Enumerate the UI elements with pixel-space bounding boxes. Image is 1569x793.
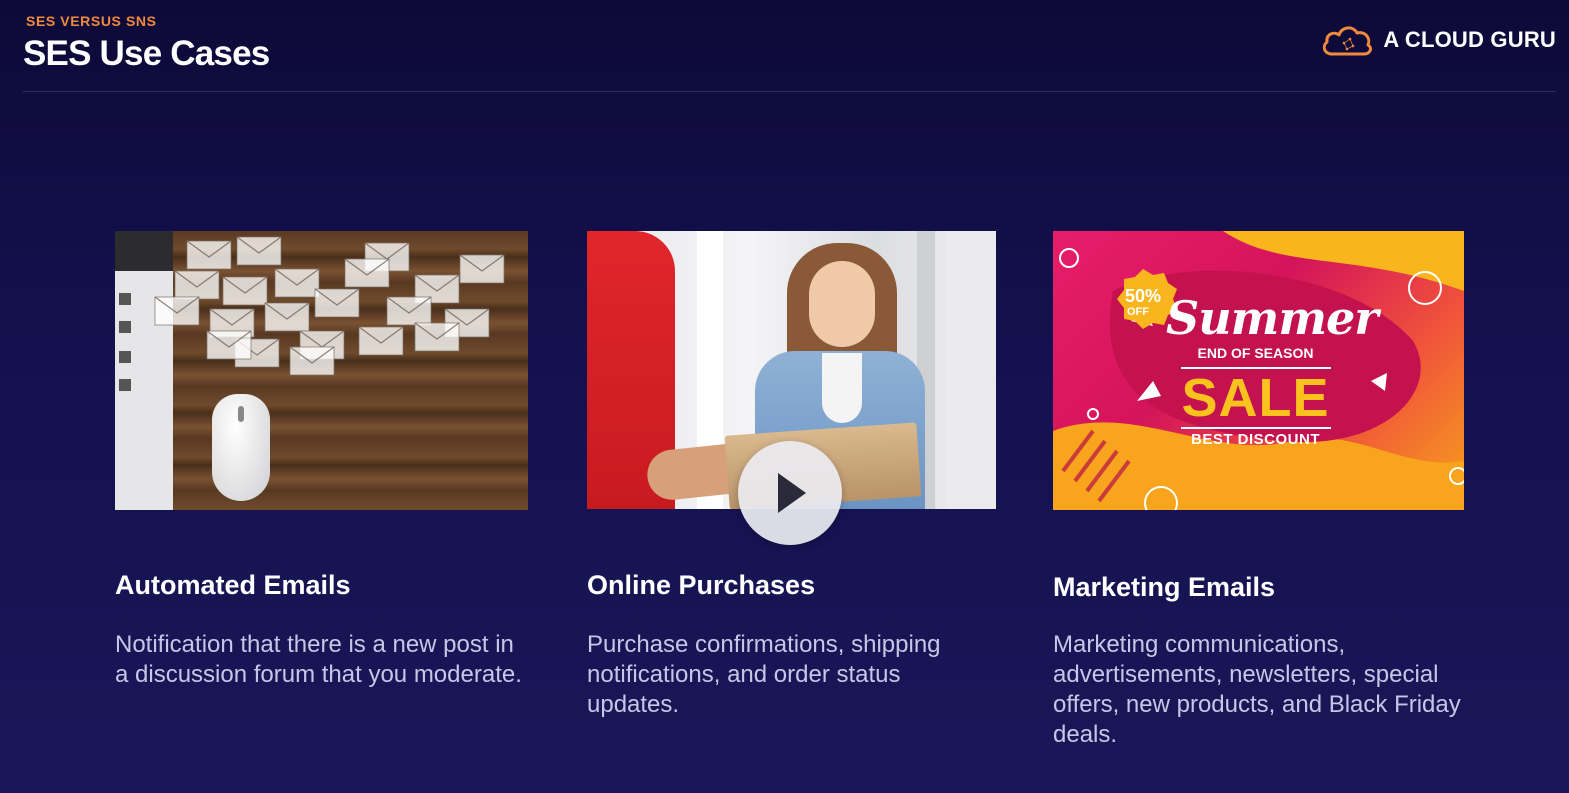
laptop-envelopes-image: [115, 231, 528, 510]
card-description: Purchase confirmations, shipping notific…: [587, 631, 941, 718]
banner-script-word: Summer: [1166, 291, 1379, 345]
play-button[interactable]: [738, 441, 842, 545]
envelope-icon: [154, 236, 505, 376]
brand-logo: A CLOUD GURU: [1320, 22, 1556, 58]
card-title: Marketing Emails: [1053, 572, 1276, 602]
play-icon: [778, 473, 806, 513]
card-title: Automated Emails: [115, 570, 351, 600]
banner-line3: BEST DISCOUNT: [1190, 431, 1320, 448]
badge-percent: 50%: [1125, 286, 1162, 306]
banner-divider: [1181, 427, 1331, 429]
brand-name: A CLOUD GURU: [1383, 27, 1556, 52]
banner-line1: END OF SEASON: [1197, 345, 1314, 361]
card-title: Online Purchases: [587, 570, 816, 600]
card-description: Marketing communications, advertisements…: [1053, 631, 1461, 748]
summer-sale-banner-image: 50% OFF Summer END OF SEASON SALE BEST D…: [1053, 231, 1464, 510]
section-eyebrow: SES VERSUS SNS: [26, 13, 157, 29]
card-description: Notification that there is a new post in…: [115, 631, 522, 688]
header-divider: [23, 91, 1556, 92]
use-case-card-marketing-emails: 50% OFF Summer END OF SEASON SALE BEST D…: [1053, 231, 1464, 748]
banner-line2: SALE: [1181, 368, 1330, 428]
page-title: SES Use Cases: [23, 34, 270, 73]
badge-off: OFF: [1127, 306, 1149, 318]
cloud-logo-icon: [1323, 26, 1373, 56]
use-case-card-automated-emails: Automated Emails Notification that there…: [115, 231, 528, 688]
